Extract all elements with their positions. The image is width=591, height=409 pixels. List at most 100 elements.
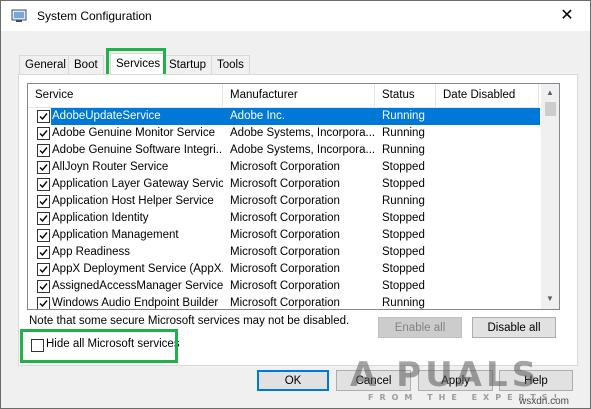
system-configuration-window: System Configuration ✕ General Boot Serv… <box>0 0 591 409</box>
service-status: Running <box>382 195 425 207</box>
column-header-status[interactable]: Status <box>375 84 436 107</box>
table-row[interactable]: AdobeUpdateService Adobe Inc. Running <box>28 108 540 125</box>
service-date-disabled <box>443 125 539 142</box>
table-row[interactable]: Application Host Helper Service Microsoft… <box>28 193 539 210</box>
service-status: Stopped <box>382 212 425 224</box>
scrollbar-thumb[interactable] <box>545 102 556 116</box>
service-name: AllJoyn Router Service <box>52 161 169 173</box>
service-status: Running <box>382 108 436 125</box>
tab-boot[interactable]: Boot <box>68 55 104 74</box>
table-row[interactable]: Windows Audio Endpoint Builder Microsoft … <box>28 295 539 309</box>
tab-startup[interactable]: Startup <box>163 55 213 74</box>
enable-all-button[interactable]: Enable all <box>378 317 462 338</box>
service-date-disabled <box>443 244 539 261</box>
service-date-disabled <box>443 142 539 159</box>
service-checkbox[interactable] <box>37 263 50 276</box>
column-header-date-disabled[interactable]: Date Disabled <box>436 84 539 107</box>
help-button[interactable]: Help <box>499 370 573 391</box>
service-name: AppX Deployment Service (AppX... <box>52 263 223 275</box>
service-date-disabled <box>443 108 539 125</box>
system-config-icon <box>11 9 27 23</box>
service-manufacturer: Microsoft Corporation <box>230 280 340 292</box>
service-checkbox[interactable] <box>37 178 50 191</box>
service-name: AssignedAccessManager Service <box>52 280 223 292</box>
service-manufacturer: Microsoft Corporation <box>230 297 340 309</box>
service-manufacturer: Microsoft Corporation <box>230 212 340 224</box>
hide-ms-highlight <box>20 329 178 363</box>
site-watermark: wsxdn.com <box>519 396 570 407</box>
service-status: Stopped <box>382 263 425 275</box>
table-row[interactable]: Adobe Genuine Software Integri... Adobe S… <box>28 142 539 159</box>
service-date-disabled <box>443 227 539 244</box>
service-date-disabled <box>443 176 539 193</box>
note-text: Note that some secure Microsoft services… <box>29 315 350 327</box>
service-checkbox[interactable] <box>37 280 50 293</box>
cancel-button[interactable]: Cancel <box>336 370 411 391</box>
window-title: System Configuration <box>37 9 152 23</box>
service-manufacturer: Microsoft Corporation <box>230 195 340 207</box>
ok-button[interactable]: OK <box>257 370 329 391</box>
close-button[interactable]: ✕ <box>544 1 590 31</box>
apply-button[interactable]: Apply <box>418 370 493 391</box>
service-manufacturer: Microsoft Corporation <box>230 246 340 258</box>
service-checkbox[interactable] <box>37 195 50 208</box>
service-manufacturer: Adobe Inc. <box>230 108 374 125</box>
service-manufacturer: Microsoft Corporation <box>230 178 340 190</box>
service-checkbox[interactable] <box>37 144 50 157</box>
service-date-disabled <box>443 210 539 227</box>
service-date-disabled <box>443 295 539 309</box>
service-manufacturer: Adobe Systems, Incorpora... <box>230 127 374 139</box>
service-name: Application Identity <box>52 212 149 224</box>
scroll-up-icon[interactable]: ▲ <box>545 88 555 98</box>
service-manufacturer: Adobe Systems, Incorpora... <box>230 144 374 156</box>
service-manufacturer: Microsoft Corporation <box>230 263 340 275</box>
column-header-manufacturer[interactable]: Manufacturer <box>223 84 375 107</box>
service-name: Application Management <box>52 229 179 241</box>
table-row[interactable]: Application Management Microsoft Corporat… <box>28 227 539 244</box>
service-checkbox[interactable] <box>37 297 50 309</box>
scroll-down-icon[interactable]: ▼ <box>545 294 555 304</box>
service-status: Running <box>382 144 425 156</box>
service-checkbox[interactable] <box>37 161 50 174</box>
service-name: App Readiness <box>52 246 130 258</box>
service-status: Stopped <box>382 229 425 241</box>
service-checkbox[interactable] <box>37 246 50 259</box>
service-checkbox[interactable] <box>37 127 50 140</box>
table-row[interactable]: Application Identity Microsoft Corporatio… <box>28 210 539 227</box>
service-status: Stopped <box>382 280 425 292</box>
table-row[interactable]: AllJoyn Router Service Microsoft Corporat… <box>28 159 539 176</box>
list-header: Service Manufacturer Status Date Disable… <box>28 84 539 108</box>
service-date-disabled <box>443 193 539 210</box>
service-status: Running <box>382 297 425 309</box>
service-checkbox[interactable] <box>37 110 50 123</box>
table-row[interactable]: App Readiness Microsoft Corporation Stoppe… <box>28 244 539 261</box>
service-checkbox[interactable] <box>37 229 50 242</box>
service-status: Running <box>382 127 425 139</box>
service-name: Adobe Genuine Monitor Service <box>52 127 216 139</box>
tab-general[interactable]: General <box>19 55 72 74</box>
service-status: Stopped <box>382 246 425 258</box>
service-status: Stopped <box>382 161 425 173</box>
services-list[interactable]: Service Manufacturer Status Date Disable… <box>27 83 560 310</box>
service-date-disabled <box>443 278 539 295</box>
service-date-disabled <box>443 159 539 176</box>
table-row[interactable]: Application Layer Gateway Service Microso… <box>28 176 539 193</box>
services-tab-highlight <box>106 48 166 77</box>
service-status: Stopped <box>382 178 425 190</box>
service-name: Application Layer Gateway Service <box>52 178 223 190</box>
tab-tools[interactable]: Tools <box>211 55 250 74</box>
service-manufacturer: Microsoft Corporation <box>230 161 340 173</box>
disable-all-button[interactable]: Disable all <box>472 317 556 338</box>
column-header-service[interactable]: Service <box>28 84 223 107</box>
vertical-scrollbar[interactable]: ▲ ▼ <box>541 84 559 309</box>
title-bar: System Configuration ✕ <box>1 1 590 31</box>
service-name: Adobe Genuine Software Integri... <box>52 144 223 156</box>
service-name: Application Host Helper Service <box>52 195 214 207</box>
table-row[interactable]: AppX Deployment Service (AppX... Microsof… <box>28 261 539 278</box>
service-checkbox[interactable] <box>37 212 50 225</box>
service-name: Windows Audio Endpoint Builder <box>52 297 219 309</box>
table-row[interactable]: Adobe Genuine Monitor Service Adobe Syste… <box>28 125 539 142</box>
table-row[interactable]: AssignedAccessManager Service Microsoft C… <box>28 278 539 295</box>
service-date-disabled <box>443 261 539 278</box>
service-manufacturer: Microsoft Corporation <box>230 229 340 241</box>
